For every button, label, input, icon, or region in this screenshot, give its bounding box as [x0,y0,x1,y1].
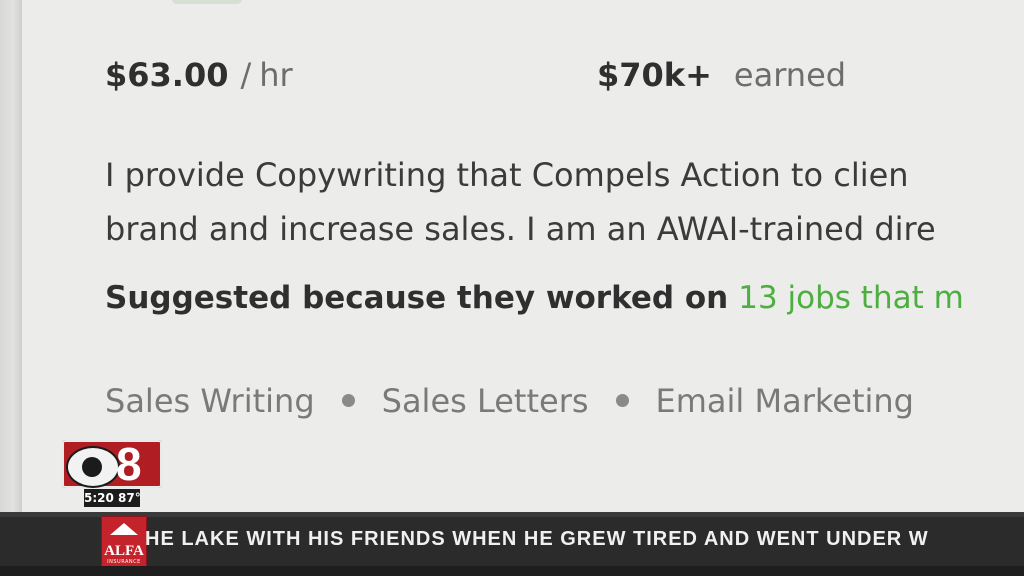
earned-label: earned [733,56,847,94]
rate-separator: / [240,56,252,94]
profile-description: I provide Copywriting that Compels Actio… [105,148,1024,256]
description-line: I provide Copywriting that Compels Actio… [105,156,909,194]
bullet-separator [341,393,355,407]
ticker-headline: HE LAKE WITH HIS FRIENDS WHEN HE GREW TI… [145,528,929,550]
time-temperature: 5:20 87° [84,489,141,507]
eye-pupil [82,457,102,477]
house-roof-icon [110,523,138,535]
skills-list: Sales Writing Sales Letters Email Marketin… [105,382,914,420]
suggestion-reason: Suggested because they worked on 13 jobs … [105,280,964,316]
total-earned: $70k+ earned [597,56,846,96]
hourly-rate: $63.00 /hr [105,56,293,96]
channel-logo-bug: 8 5:20 87° [62,438,162,510]
rate-amount: $63.00 [105,56,229,94]
sponsor-name: ALFA [104,543,144,559]
bullet-separator [615,393,629,407]
sponsor-logo: ALFA INSURANCE [101,516,147,568]
skill-tag[interactable]: Sales Writing [105,382,315,420]
channel-number: 8 [116,438,142,490]
bottom-edge [0,566,1024,576]
skill-tag[interactable]: Sales Letters [382,382,589,420]
cropped-top-element [172,0,242,4]
rate-unit: hr [259,56,293,94]
channel-logo: 8 [62,438,162,490]
eye-logo-icon [66,446,120,488]
matching-jobs-link[interactable]: 13 jobs that m [738,280,964,316]
description-line: brand and increase sales. I am an AWAI-t… [105,210,936,248]
earned-amount: $70k+ [597,56,712,94]
suggestion-prefix: Suggested because they worked on [105,280,729,316]
sponsor-subtitle: INSURANCE [107,559,141,565]
skill-tag[interactable]: Email Marketing [656,382,914,420]
page-left-margin [0,0,22,512]
ticker-top-band [0,512,1024,517]
